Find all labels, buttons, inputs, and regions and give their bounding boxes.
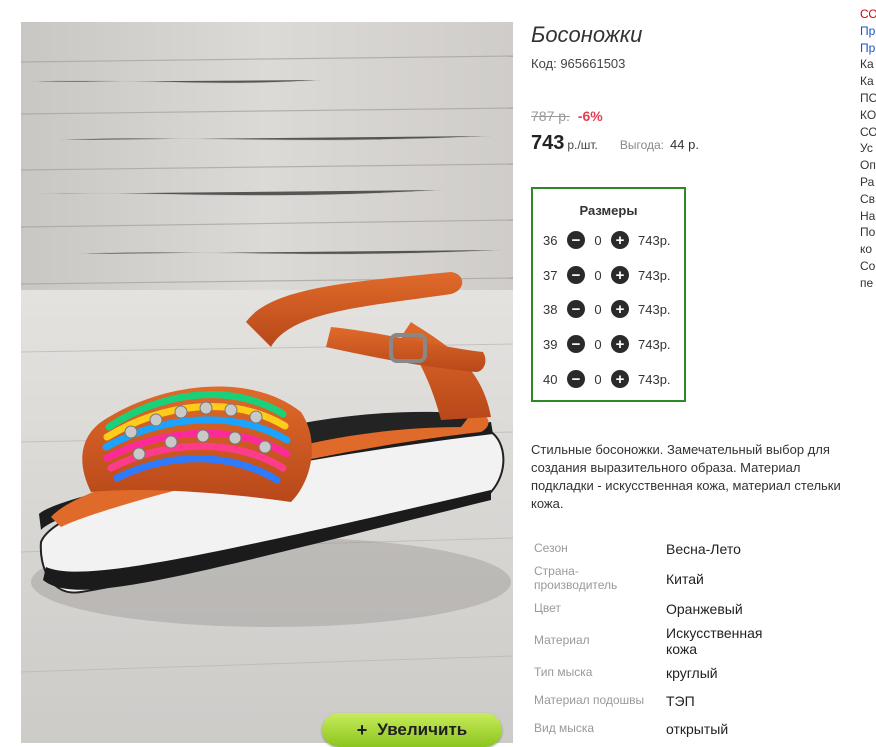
size-row: 40 − 0 + 743р. [543,368,671,390]
side-link[interactable]: Св [860,191,876,208]
side-link[interactable]: пе [860,275,876,292]
side-link[interactable]: Пр [860,23,876,40]
property-value: ТЭП [666,693,695,709]
property-value: открытый [666,721,729,737]
price-row: 743 р./шт. Выгода: 44 р. [531,132,699,155]
minus-circle-icon[interactable]: − [567,370,585,388]
plus-circle-icon[interactable]: + [611,231,629,249]
property-value: Искусственная кожа [666,625,763,657]
property-label: Тип мыска [534,665,593,679]
old-price-row: 787 р. -6% [531,108,603,124]
product-code: Код: 965661503 [531,56,626,71]
sandal-photo [21,22,513,743]
minus-circle-icon[interactable]: − [567,266,585,284]
quantity-value: 0 [594,371,602,387]
side-link[interactable]: СО [860,6,876,23]
property-label: Сезон [534,541,568,555]
side-link[interactable]: Со [860,258,876,275]
product-title: Босоножки [531,22,643,47]
zoom-button[interactable]: + Увеличить [322,713,502,747]
side-link[interactable]: Пр [860,40,876,57]
size-row: 39 − 0 + 743р. [543,333,671,355]
plus-circle-icon[interactable]: + [611,335,629,353]
plus-circle-icon[interactable]: + [611,300,629,318]
size-price: 743р. [638,336,671,352]
property-value: Весна-Лето [666,541,741,557]
side-menu: СО Пр Пр Ка Ка ПО КО СО Ус Оп Ра Св На П… [860,6,876,292]
discount-badge: -6% [577,108,603,124]
property-label: Вид мыска [534,721,595,735]
side-link[interactable]: Ус [860,140,876,157]
side-link[interactable]: По [860,224,876,241]
plus-icon: + [356,719,368,740]
property-value: Оранжевый [666,601,743,617]
size-price: 743р. [638,301,671,317]
saving-value: 44 р. [670,137,699,152]
quantity-value: 0 [594,301,602,317]
side-link[interactable]: Ка [860,73,876,90]
side-link[interactable]: ПО [860,90,876,107]
size-price: 743р. [638,232,671,248]
property-value: круглый [666,665,718,681]
size-price: 743р. [638,371,671,387]
size-row: 38 − 0 + 743р. [543,298,671,320]
size-row: 36 − 0 + 743р. [543,229,671,251]
side-link[interactable]: Ка [860,56,876,73]
side-link[interactable]: Оп [860,157,876,174]
quantity-value: 0 [594,267,602,283]
old-price: 787 р. [531,108,570,124]
plus-circle-icon[interactable]: + [611,266,629,284]
size-number: 40 [543,371,558,387]
quantity-value: 0 [594,336,602,352]
side-link[interactable]: СО [860,124,876,141]
size-number: 39 [543,336,558,352]
side-link[interactable]: На [860,208,876,225]
property-label: Материал подошвы [534,693,645,707]
sizes-title: Размеры [579,203,638,218]
sizes-panel: Размеры 36 − 0 + 743р. 37 − 0 + 743р. 38… [531,187,686,402]
price-unit: р./шт. [567,138,598,152]
size-row: 37 − 0 + 743р. [543,264,671,286]
minus-circle-icon[interactable]: − [567,231,585,249]
side-link[interactable]: КО [860,107,876,124]
minus-circle-icon[interactable]: − [567,335,585,353]
property-label: Цвет [534,601,561,615]
property-value: Китай [666,571,704,587]
side-link[interactable]: Ра [860,174,876,191]
minus-circle-icon[interactable]: − [567,300,585,318]
size-number: 38 [543,301,558,317]
size-price: 743р. [638,267,671,283]
plus-circle-icon[interactable]: + [611,370,629,388]
property-label: Страна-производитель [534,564,618,592]
side-link[interactable]: ко [860,241,876,258]
saving-label: Выгода: [619,138,665,152]
size-number: 36 [543,232,558,248]
property-label: Материал [534,633,590,647]
current-price: 743 [531,132,565,154]
size-number: 37 [543,267,558,283]
zoom-button-label: Увеличить [377,720,468,739]
product-description: Стильные босоножки. Замечательный выбор … [531,442,841,511]
product-image[interactable] [21,22,513,743]
quantity-value: 0 [594,232,602,248]
